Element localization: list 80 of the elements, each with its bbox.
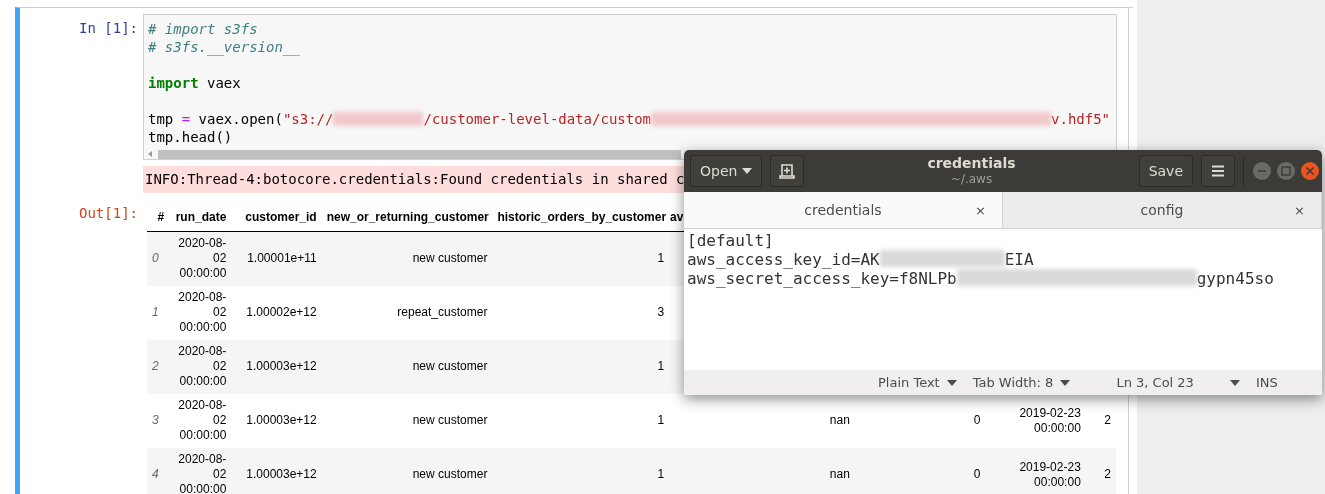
text-line: gypn45so	[1196, 269, 1274, 288]
caret-icon	[946, 379, 957, 386]
table-cell: 2020-08-02 00:00:00	[169, 339, 232, 394]
table-cell: 1.00003e+12	[231, 393, 322, 448]
row-index: 1	[147, 285, 170, 340]
code-token: import	[148, 75, 199, 91]
table-cell: 2019-02-23 00:00:00	[985, 447, 1086, 494]
menu-button[interactable]	[1201, 155, 1235, 187]
code-token: # import s3fs	[148, 21, 258, 37]
code-token: "s3://	[282, 111, 334, 127]
table-cell: 1.00003e+12	[231, 339, 322, 394]
caret-icon	[1229, 379, 1240, 386]
input-prompt: In [1]:	[78, 19, 139, 38]
output-prompt: Out[1]:	[78, 204, 139, 223]
table-cell: repeat_customer	[321, 285, 493, 340]
code-token: v.hdf5"	[1051, 111, 1111, 127]
window-subtitle: ~/.aws	[949, 171, 994, 187]
table-cell: 1.00001e+11	[231, 231, 322, 286]
table-cell: 2020-08-02 00:00:00	[169, 285, 232, 340]
editor-tab[interactable]: credentials ×	[684, 192, 1003, 228]
table-cell: 2019-02-23 00:00:00	[985, 393, 1086, 448]
column-header: new_or_returning_customer	[321, 205, 493, 232]
table-cell: 3	[492, 285, 670, 340]
cursor-position-dropdown[interactable]: Ln 3, Col 23	[1116, 375, 1240, 390]
table-cell: 2020-08-02 00:00:00	[169, 231, 232, 286]
save-button[interactable]: Save	[1138, 155, 1193, 187]
table-cell: nan	[669, 447, 855, 494]
table-cell: 1	[492, 339, 670, 394]
table-cell: nan	[669, 393, 855, 448]
table-cell: new customer	[321, 393, 493, 448]
table-cell: 2020-08-02 00:00:00	[169, 393, 232, 448]
column-header: #	[147, 205, 170, 232]
code-token: tmp	[148, 111, 175, 127]
editor-tab[interactable]: config ×	[1003, 192, 1322, 228]
table-cell: 1.00003e+12	[231, 447, 322, 494]
row-index: 4	[147, 447, 170, 494]
open-button[interactable]: Open	[690, 155, 763, 187]
table-cell: 1.00002e+12	[231, 285, 322, 340]
new-tab-button[interactable]	[770, 155, 805, 187]
text-line: [default]	[687, 231, 774, 250]
column-header: run_date	[169, 205, 232, 232]
menu-icon	[1211, 165, 1225, 177]
insert-mode: INS	[1255, 375, 1278, 390]
code-token: /customer-level-data/custom	[423, 111, 652, 127]
table-cell: 1	[492, 393, 670, 448]
table-cell: 0	[854, 393, 986, 448]
table-cell: new customer	[321, 339, 493, 394]
table-cell: new customer	[321, 231, 493, 286]
table-cell: new customer	[321, 447, 493, 494]
tab-label: config	[1140, 202, 1184, 218]
table-cell: 2	[1085, 447, 1116, 494]
row-index: 2	[147, 339, 170, 394]
close-icon[interactable]	[1300, 161, 1320, 181]
minimize-icon[interactable]	[1252, 161, 1272, 181]
column-header: historic_orders_by_customer	[492, 205, 670, 232]
text-line: EIA	[1004, 250, 1034, 269]
code-token: vaex	[206, 75, 241, 91]
caret-icon	[1060, 379, 1071, 386]
tab-width-dropdown[interactable]: Tab Width: 8	[972, 375, 1071, 390]
column-header: customer_id	[231, 205, 322, 232]
row-index: 3	[147, 393, 170, 448]
language-dropdown[interactable]: Plain Text	[878, 375, 957, 390]
text-line: aws_secret_access_key=f8NLPb	[687, 269, 957, 288]
code-token: # s3fs.__version__	[148, 39, 300, 55]
row-index: 0	[147, 231, 170, 286]
new-document-icon	[779, 163, 796, 179]
tab-close-button[interactable]: ×	[1294, 202, 1305, 218]
table-cell: 0	[854, 447, 986, 494]
table-cell: 2020-08-02 00:00:00	[169, 447, 232, 494]
text-line: aws_access_key_id=AK	[687, 250, 880, 269]
tab-close-button[interactable]: ×	[975, 202, 986, 218]
table-cell: 1	[492, 447, 670, 494]
table-cell: 1	[492, 231, 670, 286]
code-token: =	[181, 111, 191, 127]
code-token: tmp.head()	[148, 129, 233, 145]
scroll-left-icon[interactable]	[146, 150, 154, 158]
caret-icon	[742, 168, 753, 174]
maximize-icon[interactable]	[1276, 161, 1296, 181]
table-cell: 2	[1085, 393, 1116, 448]
code-token: vaex.open(	[197, 111, 283, 127]
